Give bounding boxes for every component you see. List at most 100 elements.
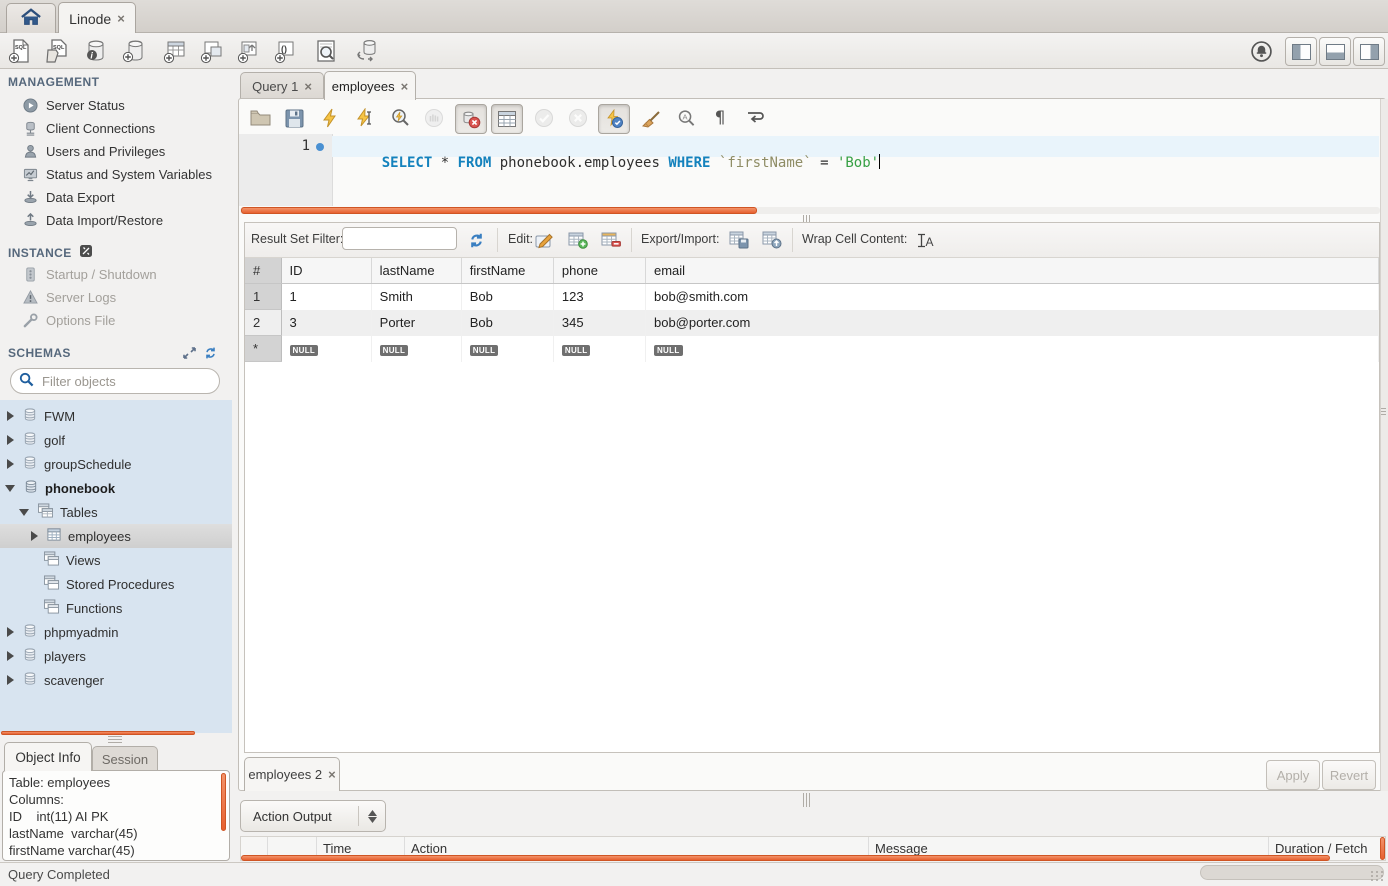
output-selector[interactable]: Action Output	[240, 800, 386, 832]
schema-filter[interactable]	[10, 368, 220, 394]
create-table-icon[interactable]	[161, 37, 189, 65]
col-header-lastname[interactable]: lastName	[371, 258, 461, 284]
cell-firstname[interactable]: Bob	[461, 310, 553, 336]
output-splitter-grip[interactable]	[803, 793, 810, 807]
selector-spinner-icons[interactable]	[359, 810, 385, 823]
create-view-icon[interactable]	[198, 37, 226, 65]
autocommit-toggle-icon[interactable]	[598, 104, 630, 134]
wrap-cell-content-icon[interactable]: A	[913, 228, 937, 252]
cell-null[interactable]: NULL	[371, 336, 461, 362]
output-vscroll-thumb[interactable]	[1380, 837, 1385, 860]
toggle-bottom-panel-icon[interactable]	[1319, 37, 1351, 66]
beautify-sql-icon[interactable]	[636, 104, 666, 132]
expander-collapsed-icon[interactable]	[31, 531, 38, 541]
stop-query-icon[interactable]	[419, 104, 449, 132]
tab-query-1[interactable]: Query 1 ×	[240, 72, 324, 99]
cell-firstname[interactable]: Bob	[461, 284, 553, 310]
tree-item-views[interactable]: Views	[0, 548, 232, 572]
connection-tab-linode[interactable]: Linode ×	[58, 2, 136, 34]
expander-collapsed-icon[interactable]	[7, 411, 14, 421]
create-function-icon[interactable]: ()	[272, 37, 300, 65]
editor-hscroll-thumb[interactable]	[241, 207, 757, 214]
grid-row-2[interactable]: 2 3 Porter Bob 345 bob@porter.com	[245, 310, 1379, 336]
schema-inspector-icon[interactable]: i	[82, 37, 110, 65]
expander-expanded-icon[interactable]	[5, 485, 15, 492]
tree-item-groupschedule[interactable]: groupSchedule	[0, 452, 232, 476]
sidebar-item-data-import[interactable]: Data Import/Restore	[22, 209, 228, 231]
col-header-firstname[interactable]: firstName	[461, 258, 553, 284]
close-icon[interactable]: ×	[117, 11, 125, 26]
create-schema-icon[interactable]	[120, 37, 148, 65]
commit-icon[interactable]	[529, 104, 559, 132]
toggle-left-panel-icon[interactable]	[1285, 37, 1317, 66]
apply-button[interactable]: Apply	[1266, 760, 1320, 790]
execute-current-statement-icon[interactable]	[350, 104, 380, 132]
tree-item-fwm[interactable]: FWM	[0, 404, 232, 428]
expander-collapsed-icon[interactable]	[7, 651, 14, 661]
expander-expanded-icon[interactable]	[19, 509, 29, 516]
tree-item-phpmyadmin[interactable]: phpmyadmin	[0, 620, 232, 644]
limit-rows-toggle-icon[interactable]	[491, 104, 523, 134]
tree-item-tables[interactable]: Tables	[0, 500, 232, 524]
tab-employees[interactable]: employees ×	[324, 71, 416, 100]
sidebar-item-server-logs[interactable]: Server Logs	[22, 286, 228, 308]
output-hscroll-thumb[interactable]	[241, 855, 1330, 861]
refresh-schemas-icon[interactable]	[203, 346, 218, 363]
right-panel-splitter[interactable]	[1380, 99, 1388, 791]
tree-item-scavenger[interactable]: scavenger	[0, 668, 232, 692]
sidebar-item-client-connections[interactable]: Client Connections	[22, 117, 228, 139]
open-script-icon[interactable]	[245, 104, 275, 132]
cell-null[interactable]: NULL	[281, 336, 371, 362]
cell-email[interactable]: bob@porter.com	[645, 310, 1378, 336]
notifications-icon[interactable]	[1247, 37, 1275, 65]
find-icon[interactable]: A	[671, 104, 701, 132]
bottom-hscroll-thumb[interactable]	[1200, 865, 1384, 880]
delete-row-icon[interactable]	[599, 228, 623, 252]
resize-grip-icon[interactable]	[1371, 871, 1384, 881]
home-tab[interactable]	[6, 3, 56, 33]
explain-query-icon[interactable]	[385, 104, 415, 132]
sidebar-item-data-export[interactable]: Data Export	[22, 186, 228, 208]
wrap-text-icon[interactable]	[740, 104, 770, 132]
close-icon[interactable]: ×	[401, 79, 409, 94]
grid-row-1[interactable]: 1 1 Smith Bob 123 bob@smith.com	[245, 284, 1379, 310]
tree-item-players[interactable]: players	[0, 644, 232, 668]
execute-query-icon[interactable]	[315, 104, 345, 132]
close-icon[interactable]: ×	[328, 767, 336, 782]
tab-session[interactable]: Session	[92, 746, 158, 771]
new-sql-tab-icon[interactable]: SQL	[6, 37, 34, 65]
tree-item-functions[interactable]: Functions	[0, 596, 232, 620]
cell-null[interactable]: NULL	[461, 336, 553, 362]
export-resultset-icon[interactable]	[727, 228, 751, 252]
close-icon[interactable]: ×	[304, 79, 312, 94]
sidebar-item-status-system-variables[interactable]: Status and System Variables	[22, 163, 228, 185]
cell-id[interactable]: 3	[281, 310, 371, 336]
sidebar-item-startup-shutdown[interactable]: Startup / Shutdown	[22, 263, 228, 285]
insert-row-icon[interactable]	[566, 228, 590, 252]
revert-button[interactable]: Revert	[1322, 760, 1376, 790]
grid-new-row[interactable]: * NULL NULL NULL NULL NULL	[245, 336, 1379, 362]
sidebar-splitter-grip[interactable]	[108, 736, 122, 743]
refresh-results-icon[interactable]	[464, 228, 488, 252]
col-header-phone[interactable]: phone	[553, 258, 645, 284]
cell-null[interactable]: NULL	[553, 336, 645, 362]
import-records-icon[interactable]	[760, 228, 784, 252]
edit-record-icon[interactable]	[533, 228, 557, 252]
sidebar-item-server-status[interactable]: Server Status	[22, 94, 228, 116]
sidebar-splitter-scrollbar[interactable]	[1, 731, 195, 735]
col-header-num[interactable]: #	[245, 258, 281, 284]
object-info-scrollbar[interactable]	[221, 773, 226, 831]
tab-object-info[interactable]: Object Info	[4, 742, 92, 771]
save-script-icon[interactable]	[279, 104, 309, 132]
col-header-email[interactable]: email	[645, 258, 1378, 284]
cell-email[interactable]: bob@smith.com	[645, 284, 1378, 310]
cell-phone[interactable]: 345	[553, 310, 645, 336]
continue-on-error-toggle-icon[interactable]	[455, 104, 487, 134]
search-objects-icon[interactable]	[312, 37, 340, 65]
result-filter-input[interactable]	[342, 227, 457, 250]
schema-filter-input[interactable]	[40, 373, 194, 390]
create-procedure-icon[interactable]	[235, 37, 263, 65]
show-invisibles-icon[interactable]: ¶	[705, 104, 735, 132]
rollback-icon[interactable]	[563, 104, 593, 132]
sidebar-item-users-privileges[interactable]: Users and Privileges	[22, 140, 228, 162]
